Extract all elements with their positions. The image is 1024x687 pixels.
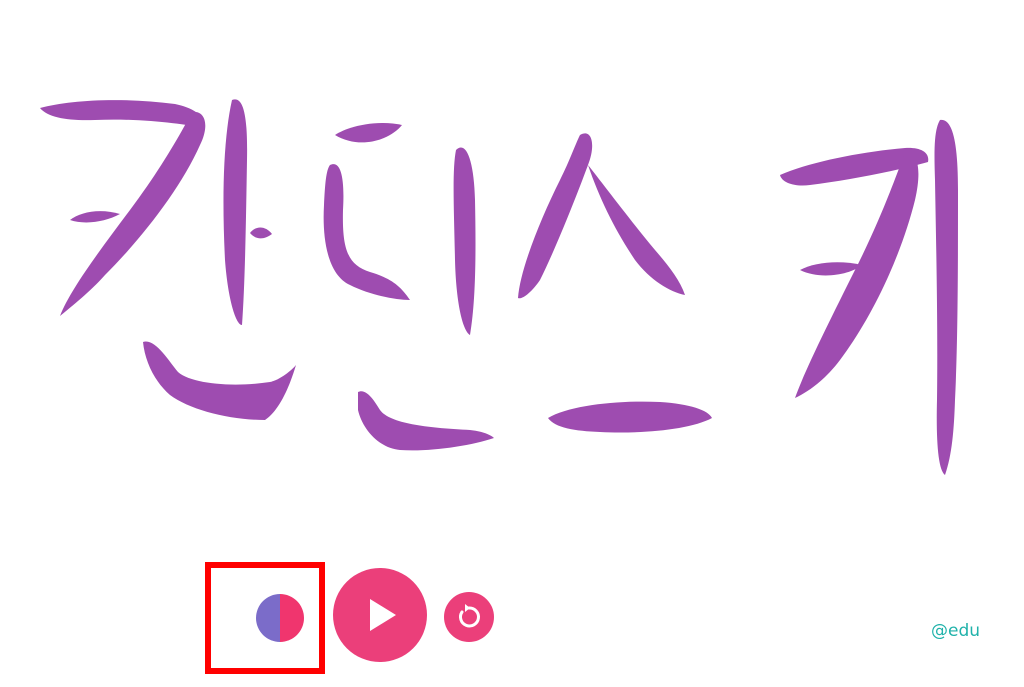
watermark: @edu <box>931 621 981 641</box>
glyph-ki <box>780 119 958 475</box>
half-circle-color-icon <box>256 594 304 642</box>
drawing-canvas[interactable] <box>0 0 1024 540</box>
reset-button[interactable] <box>444 592 494 642</box>
glyph-kan <box>40 99 296 420</box>
reset-icon <box>459 604 480 628</box>
play-button[interactable] <box>333 568 427 662</box>
glyph-seu <box>518 133 712 433</box>
glyph-nin <box>323 123 494 451</box>
color-toggle-button[interactable] <box>255 593 305 643</box>
play-icon <box>370 599 396 631</box>
